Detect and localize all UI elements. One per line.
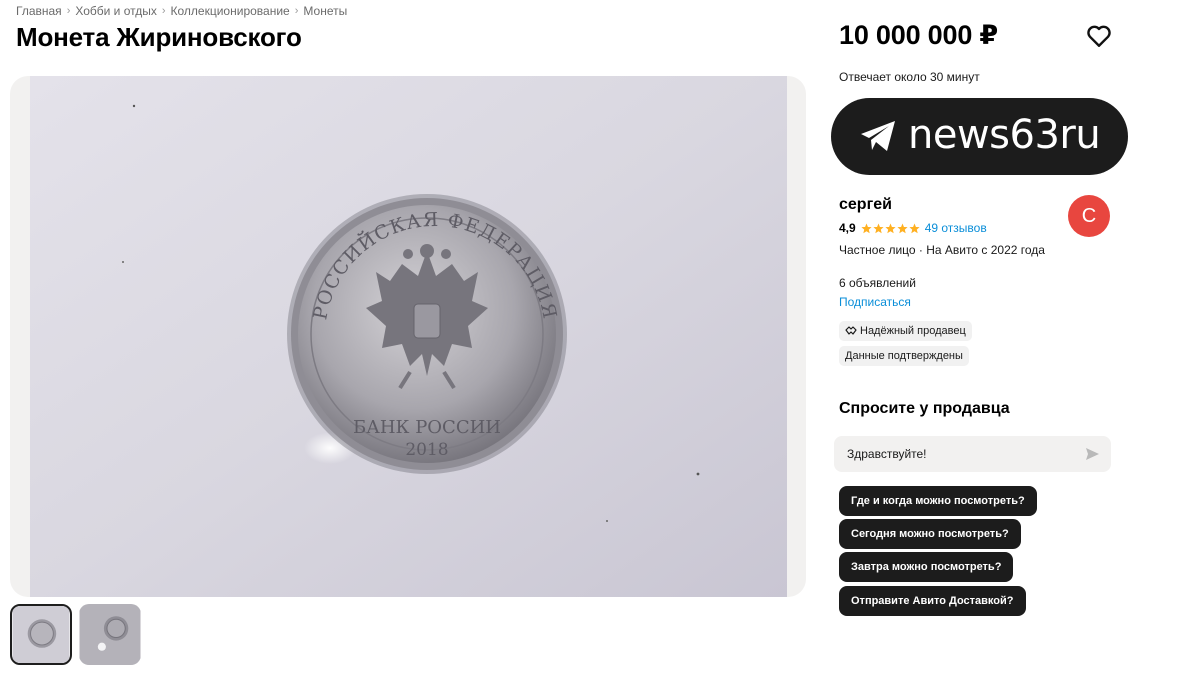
breadcrumb-home[interactable]: Главная [16, 4, 62, 18]
star-icon [897, 223, 908, 233]
handshake-icon [845, 326, 857, 335]
photo-gallery[interactable]: РОССИЙСКАЯ ФЕДЕРАЦИЯ БАНК РОССИИ 2018 [10, 76, 806, 597]
price: 10 000 000 ₽ [839, 20, 999, 50]
breadcrumb: Главная › Хобби и отдых › Коллекциониров… [16, 4, 347, 18]
seller-name[interactable]: сергей [839, 196, 892, 214]
heart-icon[interactable] [1086, 24, 1112, 48]
thumbnail-1[interactable] [10, 604, 72, 665]
breadcrumb-coins[interactable]: Монеты [303, 4, 347, 18]
speck [122, 261, 124, 263]
star-icon [873, 223, 884, 233]
breadcrumb-separator-icon: › [66, 5, 71, 17]
ask-seller-title: Спросите у продавца [839, 400, 1010, 417]
avatar[interactable]: С [1068, 195, 1110, 237]
breadcrumb-separator-icon: › [294, 5, 299, 17]
badge-label: Данные подтверждены [845, 350, 963, 362]
seller-type: Частное лицо · На Авито с 2022 года [839, 243, 1045, 257]
speck [132, 104, 136, 108]
speck [696, 472, 700, 476]
watermark-overlay: news63ru [831, 98, 1128, 175]
page-title: Монета Жириновского [16, 22, 302, 52]
star-icon [861, 223, 872, 233]
question-button-when-where[interactable]: Где и когда можно посмотреть? [839, 486, 1037, 516]
star-icon [885, 223, 896, 233]
coin-year: 2018 [405, 440, 448, 460]
breadcrumb-separator-icon: › [161, 5, 166, 17]
trusted-seller-badge[interactable]: Надёжный продавец [839, 321, 972, 341]
avatar-letter: С [1081, 204, 1097, 227]
thumbnail-strip [10, 604, 141, 665]
message-input[interactable] [834, 436, 1111, 472]
badge-label: Надёжный продавец [860, 325, 966, 337]
verified-data-badge[interactable]: Данные подтверждены [839, 346, 969, 366]
rating-value: 4,9 [839, 221, 856, 235]
thumbnail-2[interactable] [79, 604, 141, 665]
reply-time: Отвечает около 30 минут [839, 70, 980, 84]
thumbnail-image [12, 606, 70, 663]
coin-bank-text: БАНК РОССИИ [353, 417, 501, 438]
main-photo[interactable]: РОССИЙСКАЯ ФЕДЕРАЦИЯ БАНК РОССИИ 2018 [30, 76, 787, 597]
question-button-delivery[interactable]: Отправите Авито Доставкой? [839, 586, 1026, 616]
question-button-tomorrow[interactable]: Завтра можно посмотреть? [839, 552, 1014, 582]
breadcrumb-collecting[interactable]: Коллекционирование [171, 4, 290, 18]
coin: РОССИЙСКАЯ ФЕДЕРАЦИЯ БАНК РОССИИ 2018 [287, 194, 567, 474]
seller-ads-count[interactable]: 6 объявлений [839, 276, 916, 290]
subscribe-link[interactable]: Подписаться [839, 295, 911, 309]
watermark-text: news63ru [908, 112, 1101, 158]
telegram-icon [861, 121, 895, 151]
rating-stars [861, 223, 920, 234]
seller-rating: 4,9 49 отзывов [839, 221, 987, 235]
send-icon[interactable] [1085, 447, 1100, 461]
question-button-today[interactable]: Сегодня можно посмотреть? [839, 519, 1021, 549]
thumbnail-image [79, 604, 141, 665]
breadcrumb-hobby[interactable]: Хобби и отдых [75, 4, 157, 18]
speck [606, 520, 608, 522]
star-icon [909, 223, 920, 233]
reviews-link[interactable]: 49 отзывов [925, 221, 987, 235]
